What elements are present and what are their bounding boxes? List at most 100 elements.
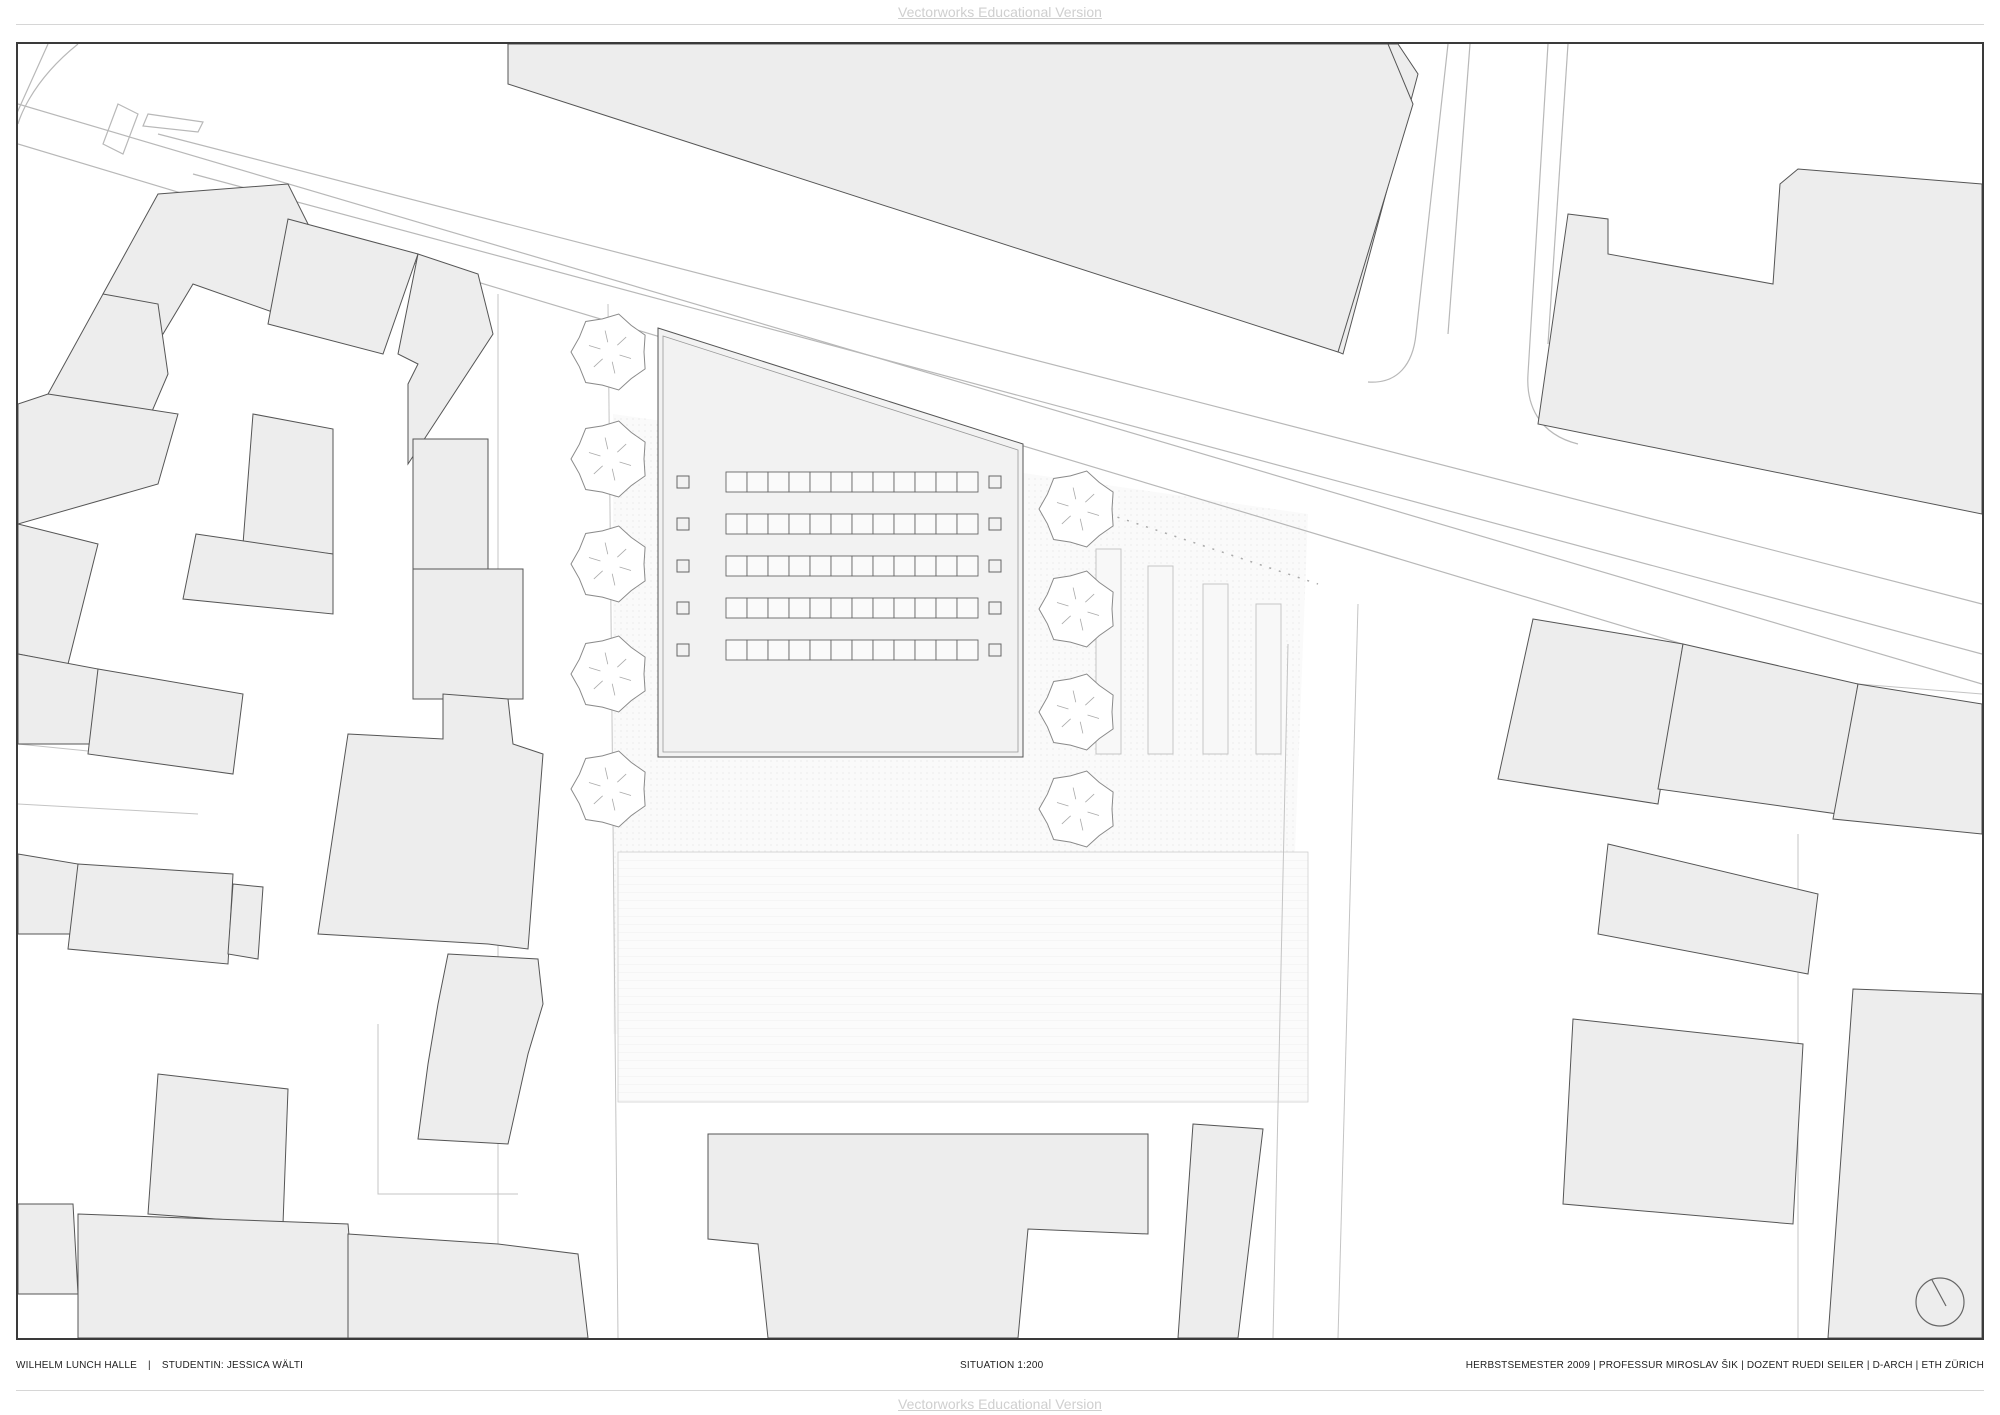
bench-seat	[809, 513, 832, 535]
bench-row	[725, 471, 979, 493]
student-name: STUDENTIN: JESSICA WÄLTI	[161, 1360, 304, 1371]
bench-seat	[767, 555, 790, 577]
bench-seat	[914, 555, 937, 577]
bench-seat	[830, 555, 853, 577]
building-ne	[1537, 168, 1982, 515]
bench-seat	[767, 513, 790, 535]
bench-seat	[809, 639, 832, 661]
tree-icon	[570, 313, 646, 391]
bench-seat	[872, 513, 895, 535]
building-c-4	[417, 953, 544, 1145]
bench-seat	[893, 639, 916, 661]
building-s-2	[1177, 1123, 1264, 1338]
building-w-3	[18, 523, 99, 665]
bench-seat	[935, 639, 958, 661]
bench-seat	[788, 513, 811, 535]
building-e-1	[1497, 618, 1684, 805]
bench-seat	[767, 597, 790, 619]
bench-seat	[788, 597, 811, 619]
bench-seat	[935, 513, 958, 535]
bench-seat	[893, 471, 916, 493]
bench-seat	[830, 597, 853, 619]
lunch-hall	[657, 327, 1024, 758]
bench-seat	[956, 597, 979, 619]
bench-seat	[872, 471, 895, 493]
building-sw-1	[18, 853, 79, 935]
bench-seat	[893, 597, 916, 619]
bench-seat	[872, 597, 895, 619]
building-c-2	[412, 568, 524, 700]
bench-seat	[956, 471, 979, 493]
bench-seat	[872, 555, 895, 577]
bench-seat	[830, 513, 853, 535]
bench-seat	[872, 639, 895, 661]
bench-seat	[725, 639, 748, 661]
watermark-top: Vectorworks Educational Version	[898, 4, 1102, 20]
bench-seat	[725, 513, 748, 535]
watermark-bottom: Vectorworks Educational Version	[898, 1396, 1102, 1412]
bench-seat	[746, 639, 769, 661]
building-north-block	[507, 44, 1414, 353]
bench-seat	[956, 513, 979, 535]
bench-seat	[809, 555, 832, 577]
bench-seat	[746, 471, 769, 493]
building-e-3	[1832, 683, 1982, 835]
bench-seat	[956, 639, 979, 661]
title-block-left: WILHELM LUNCH HALLE | STUDENTIN: JESSICA…	[16, 1360, 303, 1371]
building-nw-3	[397, 253, 494, 466]
bench-seat	[746, 513, 769, 535]
bench-seat	[935, 555, 958, 577]
site-plan-drawing	[18, 44, 1982, 1338]
bench-seat	[767, 639, 790, 661]
building-s-1	[707, 1133, 1149, 1338]
bench-seat	[935, 597, 958, 619]
bench-seat	[767, 471, 790, 493]
bench-seat	[809, 471, 832, 493]
building-c-1	[412, 438, 489, 570]
top-rule	[16, 24, 1984, 25]
building-sw-5	[147, 1073, 289, 1225]
separator: |	[148, 1360, 151, 1371]
bench-row	[725, 597, 979, 619]
bench-seat	[851, 471, 874, 493]
building-sw-7	[347, 1233, 589, 1338]
bench-seat	[851, 555, 874, 577]
bench-seat	[914, 597, 937, 619]
bench-row	[725, 555, 979, 577]
bench-seat	[725, 555, 748, 577]
bench-row	[725, 513, 979, 535]
building-sw-2	[67, 863, 234, 965]
bench-seat	[851, 597, 874, 619]
north-arrow-icon	[1915, 1277, 1965, 1327]
bench-seat	[893, 555, 916, 577]
credits: HERBSTSEMESTER 2009 | PROFESSUR MIROSLAV…	[1465, 1360, 1984, 1371]
bench-seat	[788, 471, 811, 493]
bench-seat	[830, 639, 853, 661]
bench-seat	[956, 555, 979, 577]
project-title: WILHELM LUNCH HALLE	[16, 1360, 138, 1371]
building-e-4	[1597, 843, 1819, 975]
site-plan	[16, 42, 1984, 1340]
building-c-3	[317, 693, 544, 950]
bench-seat	[809, 597, 832, 619]
bench-seat	[725, 471, 748, 493]
bench-seat	[851, 513, 874, 535]
bench-seat	[725, 597, 748, 619]
bench-seat	[914, 471, 937, 493]
building-w-7	[87, 668, 244, 775]
bench-seat	[788, 639, 811, 661]
building-w-2	[18, 393, 179, 525]
bench-seat	[935, 471, 958, 493]
bench-seat	[830, 471, 853, 493]
bench-seat	[914, 639, 937, 661]
bench-row	[725, 639, 979, 661]
building-w-4	[242, 413, 334, 555]
building-sw-6	[77, 1213, 359, 1338]
bench-seat	[893, 513, 916, 535]
bench-seat	[746, 555, 769, 577]
bench-seat	[788, 555, 811, 577]
hatched-field	[617, 851, 1309, 1103]
bench-seat	[914, 513, 937, 535]
building-sw-4	[18, 1203, 79, 1295]
building-se-1	[1562, 1018, 1804, 1225]
